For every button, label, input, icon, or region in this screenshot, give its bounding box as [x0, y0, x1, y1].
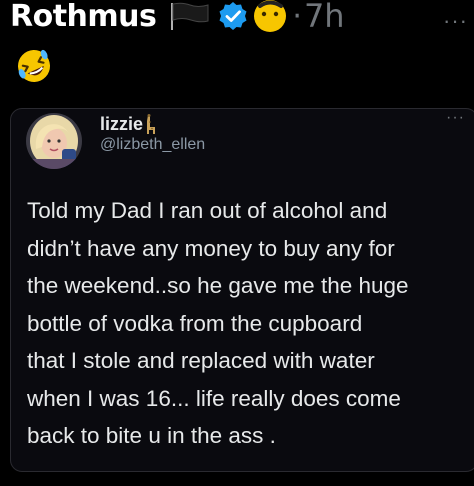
quoted-display-name[interactable]: lizzie [100, 114, 143, 135]
quoted-tweet-text: Told my Dad I ran out of alcohol and did… [27, 198, 409, 448]
black-flag-icon [170, 1, 210, 31]
quoted-more-options-icon[interactable]: ··· [446, 109, 465, 127]
quoted-tweet-card[interactable]: lizzie @lizbeth_ellen ··· Told my Dad I … [10, 108, 474, 472]
author-name[interactable]: Rothmus [10, 0, 157, 34]
giraffe-emoji-icon [144, 113, 158, 135]
sun-face-emoji-icon [252, 0, 288, 34]
more-options-icon[interactable]: ··· [443, 8, 468, 34]
tweet-header: Rothmus · 7h [10, 0, 345, 36]
time-separator: · [292, 0, 302, 34]
verified-badge-icon[interactable] [218, 1, 248, 31]
quoted-handle[interactable]: @lizbeth_ellen [100, 136, 205, 154]
post-time[interactable]: 7h [304, 0, 345, 35]
rolling-on-floor-laughing-emoji-icon [14, 46, 54, 86]
avatar[interactable] [26, 113, 82, 169]
